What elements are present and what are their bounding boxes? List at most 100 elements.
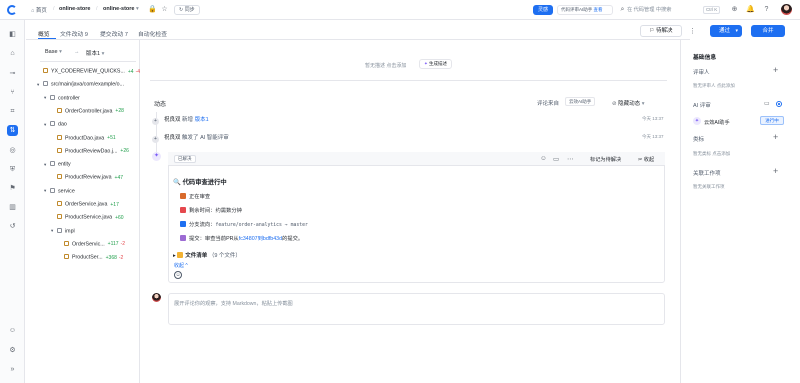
tag-empty[interactable]: 暂无类标 点击添加 [693, 151, 730, 157]
user-avatar[interactable] [781, 4, 792, 15]
tab-checks[interactable]: 自动化检查 [138, 29, 167, 38]
tree-folder[interactable]: ▾ service [44, 187, 75, 197]
approve-button[interactable]: 通过 ▾ [710, 25, 742, 37]
lock-icon: 🔒 [148, 6, 157, 13]
tree-folder[interactable]: ▾ entity [44, 161, 71, 170]
ai-badge[interactable]: 灵感 [533, 5, 553, 15]
ai-review-toggle[interactable] [776, 101, 782, 107]
branch-flow-icon [180, 221, 186, 227]
commit-range-link[interactable]: fc34807到bdfb43d [239, 236, 282, 242]
description-empty[interactable]: 暂无描述 点击添加 [365, 62, 406, 69]
sync-button[interactable]: ↻ 同步 [174, 5, 200, 15]
ai-status-badge: 进行中 [760, 116, 784, 125]
add-reviewer-icon[interactable]: + [773, 66, 778, 75]
add-icon[interactable]: ⊕ [730, 5, 739, 14]
breadcrumb-home[interactable]: ⌂ 首页 [31, 6, 47, 14]
tree-file[interactable]: ProductDao.java +51 [51, 134, 116, 144]
more-icon[interactable]: ⋮ [688, 27, 697, 36]
more-icon[interactable]: ⋯ [567, 155, 574, 163]
activity-filter-tag[interactable]: 云效AI助手 [565, 97, 596, 106]
tab-commits[interactable]: 提交改动 7 [100, 29, 128, 38]
stats-icon[interactable]: ▥ [7, 202, 18, 213]
generate-description-button[interactable]: ✦ 生成描述 [419, 59, 453, 69]
tree-file[interactable]: OrderController.java +28 [51, 107, 124, 117]
reply-icon[interactable]: ▭ [553, 155, 559, 163]
added-lines: +28 [115, 108, 124, 115]
history-icon[interactable]: ↺ [7, 221, 18, 232]
tree-item-label: service [58, 188, 75, 195]
version-link[interactable]: 版本1 [195, 117, 209, 123]
tree-item-label: ProductService.java [65, 214, 113, 221]
tree-folder[interactable]: ▾ dao [44, 121, 67, 130]
tree-folder[interactable]: ▾ controller [44, 94, 80, 104]
emoji-icon[interactable]: ☺ [540, 155, 547, 162]
activity-event: + 祝良双 新增 版本1 [152, 115, 209, 125]
help-icon[interactable]: ? [762, 5, 771, 14]
star-icon[interactable]: ☆ [160, 5, 169, 14]
review-status-line: 正在审查 [180, 192, 210, 200]
merge-request-icon[interactable]: ⇅ [7, 125, 18, 136]
collapse-card-button[interactable]: ✂ 收起 [638, 156, 654, 163]
tree-file[interactable]: ProductService.java +60 [51, 214, 124, 223]
tag-icon[interactable]: ⌗ [7, 106, 18, 117]
event-time: 今天 13:37 [642, 116, 664, 121]
file-list-toggle[interactable]: ▸ 文件清单 （9 个文件） [173, 251, 241, 259]
insight-icon[interactable]: ◎ [7, 145, 18, 156]
breadcrumb-repo[interactable]: online-store ▾ [103, 6, 139, 12]
workitem-label: 关联工作项 [693, 171, 721, 177]
add-workitem-icon[interactable]: + [773, 167, 778, 176]
tree-item-label: impl [65, 228, 75, 235]
folder-icon [50, 94, 55, 100]
commit-icon[interactable]: ⊸ [7, 68, 18, 79]
code-icon[interactable]: ⌂ [7, 48, 18, 59]
tab-file-changes[interactable]: 文件改动 9 [60, 29, 88, 38]
tree-file[interactable]: ProductReviewDao.j... +26 [51, 147, 129, 157]
breadcrumb-org[interactable]: online-store [59, 6, 90, 12]
add-reaction-icon[interactable]: ☺ [174, 271, 182, 279]
ai-bot-avatar: ✦ [693, 117, 701, 125]
ai-promo[interactable]: 代码评审AI助手 查看 [557, 5, 613, 15]
folder-icon [57, 227, 62, 233]
breadcrumb-separator: / [53, 6, 55, 12]
tab-overview[interactable]: 概览 [38, 29, 50, 38]
reviewer-empty[interactable]: 暂无评审人 点此添加 [693, 83, 735, 89]
base-select[interactable]: Base ▾ [45, 49, 62, 59]
comment-input[interactable] [168, 293, 665, 325]
add-tag-icon[interactable]: + [773, 133, 778, 142]
pending-button[interactable]: ⚐ 待解决 [640, 25, 682, 37]
tree-file[interactable]: ProductReview.java +47 [51, 174, 123, 183]
version-select[interactable]: 版本1 ▾ [86, 49, 104, 59]
tree-file[interactable]: YX_CODEREVIEW_QUICKS... +4 -4 [37, 68, 140, 77]
tree-folder[interactable]: ▾ src/main/java/com/example/o... [37, 81, 124, 90]
top-bar: ⌂ 首页 / online-store / online-store ▾ 🔒 ☆… [0, 0, 800, 20]
tree-item-label: ProductReviewDao.j... [65, 148, 118, 155]
commit-icon [180, 235, 186, 241]
branch-icon[interactable]: ⑂ [7, 87, 18, 98]
tree-folder[interactable]: ▾ impl [51, 227, 75, 237]
hide-activity-toggle[interactable]: ⊘ 隐藏动态 ▾ [612, 99, 644, 107]
comment-icon[interactable]: ▭ [764, 100, 770, 107]
search-input[interactable]: 在 代码管理 中搜索 Ctrl K [627, 5, 721, 15]
members-icon[interactable]: ☺ [7, 325, 18, 336]
folder-icon [43, 81, 48, 87]
user-avatar [152, 293, 161, 302]
security-icon[interactable]: ⛨ [7, 164, 18, 175]
tree-file[interactable]: OrderService.java +17 [51, 201, 119, 210]
alarm-icon [180, 207, 186, 213]
settings-icon[interactable]: ⚙ [7, 345, 18, 356]
app-logo-icon[interactable] [7, 5, 17, 15]
ai-review-label: AI 评审 [693, 103, 711, 109]
merge-button[interactable]: 合并 [751, 25, 785, 37]
deploy-icon[interactable]: ⚑ [7, 183, 18, 194]
collapse-link[interactable]: 收起 ^ [174, 262, 188, 269]
collapse-icon[interactable]: ◧ [7, 29, 18, 40]
mark-pending-button[interactable]: 标记为待解决 [590, 156, 621, 163]
expand-icon[interactable]: » [7, 364, 18, 375]
notification-icon[interactable]: 🔔 [746, 5, 755, 14]
tree-item-label: entity [58, 161, 71, 168]
review-time-line: 剩余时间：约需数分钟 [180, 206, 242, 214]
tree-file[interactable]: OrderServic... +117 -2 [58, 240, 125, 250]
tree-file[interactable]: ProductSer... +368 -2 [58, 254, 123, 263]
workitem-empty: 暂无关联工作项 [693, 184, 725, 189]
search-shortcut: Ctrl K [703, 6, 721, 14]
